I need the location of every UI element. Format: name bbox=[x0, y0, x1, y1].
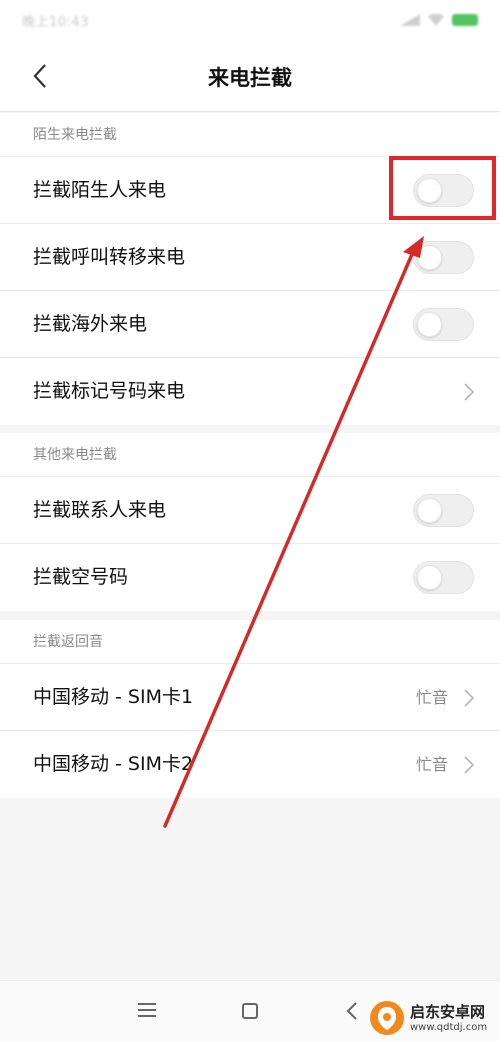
watermark-url: www.qdtdj.com bbox=[410, 1021, 488, 1033]
annotation-highlight-box bbox=[389, 156, 496, 220]
page-title: 来电拦截 bbox=[208, 66, 292, 90]
watermark-text: 启东安卓网 www.qdtdj.com bbox=[410, 1003, 487, 1034]
row-value: 忙音 bbox=[415, 688, 448, 707]
toggle-knob bbox=[417, 245, 442, 270]
row-label: 拦截联系人来电 bbox=[33, 499, 167, 521]
watermark-title: 启东安卓网 bbox=[410, 1002, 486, 1021]
signal-icon bbox=[400, 14, 420, 26]
chevron-right-icon bbox=[464, 756, 475, 774]
home-icon[interactable] bbox=[242, 1003, 258, 1019]
row-label: 拦截标记号码来电 bbox=[33, 380, 186, 402]
watermark-logo-icon bbox=[370, 1001, 404, 1035]
row-block-overseas[interactable]: 拦截海外来电 bbox=[0, 291, 500, 358]
row-block-forwarded[interactable]: 拦截呼叫转移来电 bbox=[0, 224, 500, 291]
row-sim1[interactable]: 中国移动 - SIM卡1 忙音 bbox=[0, 664, 500, 731]
header: 来电拦截 bbox=[0, 40, 500, 112]
row-sim2[interactable]: 中国移动 - SIM卡2 忙音 bbox=[0, 731, 500, 798]
wifi-icon bbox=[428, 14, 444, 26]
toggle-knob bbox=[417, 565, 442, 590]
toggle-block-empty-numbers[interactable] bbox=[413, 561, 474, 594]
row-label: 拦截空号码 bbox=[33, 566, 129, 588]
row-label: 拦截海外来电 bbox=[33, 313, 148, 335]
status-icons bbox=[400, 12, 478, 28]
section-return-tone: 拦截返回音 中国移动 - SIM卡1 忙音 中国移动 - SIM卡2 忙音 bbox=[0, 620, 500, 798]
nav-back-icon[interactable] bbox=[345, 1001, 359, 1021]
row-block-marked[interactable]: 拦截标记号码来电 bbox=[0, 358, 500, 425]
toggle-knob bbox=[417, 312, 442, 337]
menu-icon[interactable] bbox=[138, 1003, 156, 1019]
row-label: 拦截陌生人来电 bbox=[33, 179, 167, 201]
row-value: 忙音 bbox=[415, 755, 448, 774]
row-label: 中国移动 - SIM卡2 bbox=[33, 753, 194, 775]
toggle-knob bbox=[417, 498, 442, 523]
section-header: 拦截返回音 bbox=[0, 620, 500, 664]
section-header: 其他来电拦截 bbox=[0, 433, 500, 477]
toggle-block-contacts[interactable] bbox=[413, 494, 474, 527]
status-time: 晚上10:43 bbox=[22, 15, 89, 30]
row-block-contacts[interactable]: 拦截联系人来电 bbox=[0, 477, 500, 544]
watermark: 启东安卓网 www.qdtdj.com bbox=[368, 995, 500, 1041]
status-bar: 晚上10:43 bbox=[0, 0, 500, 40]
toggle-block-overseas[interactable] bbox=[413, 308, 474, 341]
chevron-right-icon bbox=[464, 689, 475, 707]
section-other-calls: 其他来电拦截 拦截联系人来电 拦截空号码 bbox=[0, 433, 500, 611]
section-header: 陌生来电拦截 bbox=[0, 113, 500, 157]
row-label: 中国移动 - SIM卡1 bbox=[33, 686, 194, 708]
row-block-empty-numbers[interactable]: 拦截空号码 bbox=[0, 544, 500, 611]
chevron-right-icon bbox=[464, 383, 475, 401]
toggle-block-forwarded[interactable] bbox=[413, 241, 474, 274]
row-label: 拦截呼叫转移来电 bbox=[33, 246, 186, 268]
battery-icon bbox=[452, 14, 478, 26]
screen: 晚上10:43 来电拦截 陌生来电拦截 拦截陌生人来电 拦截呼叫转移来电 拦截海… bbox=[0, 0, 500, 1041]
